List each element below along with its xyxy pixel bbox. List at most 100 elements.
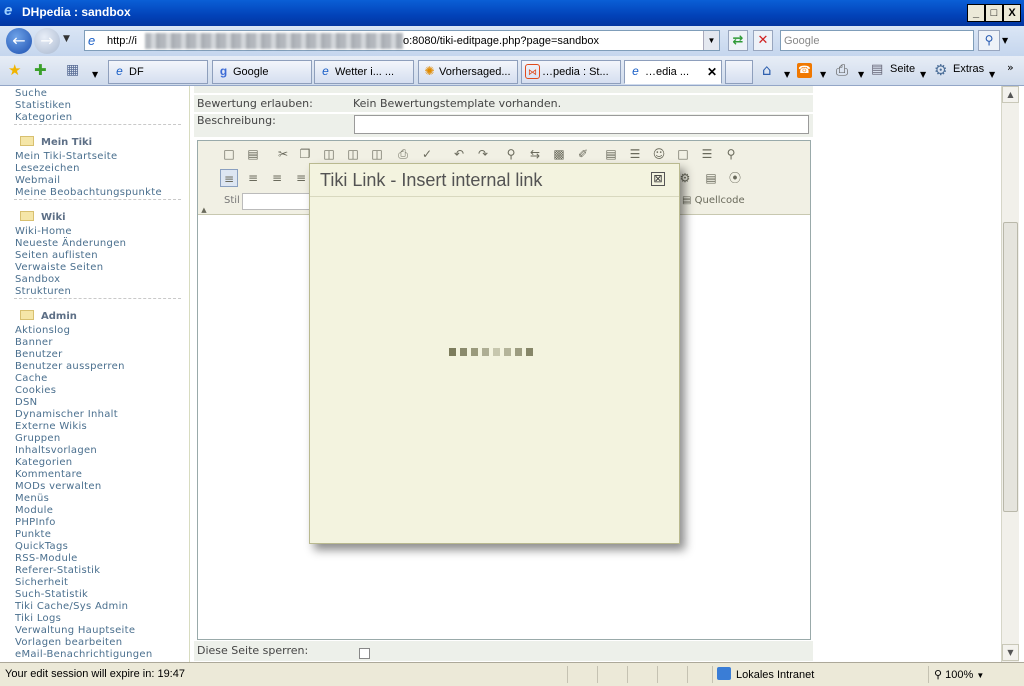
- print-dropdown-icon[interactable]: ▼: [858, 66, 864, 84]
- close-window-button[interactable]: X: [1003, 4, 1021, 22]
- chevron-more-icon[interactable]: »: [1007, 59, 1014, 77]
- sidebar-item[interactable]: Banner: [15, 337, 53, 348]
- remove-format-icon[interactable]: ✐: [574, 145, 592, 163]
- redo-icon[interactable]: ↷: [474, 145, 492, 163]
- sidebar-item[interactable]: Inhaltsvorlagen: [15, 445, 97, 456]
- lock-checkbox[interactable]: [359, 648, 370, 659]
- paste-text-icon[interactable]: ◫: [344, 145, 362, 163]
- style-select[interactable]: [242, 193, 312, 210]
- security-zone[interactable]: Lokales Intranet: [717, 667, 814, 681]
- replace-icon[interactable]: ⇆: [526, 145, 544, 163]
- stop-button[interactable]: ✕: [753, 30, 773, 51]
- new-tab-button[interactable]: [725, 60, 753, 84]
- section-admin[interactable]: Admin: [20, 310, 77, 322]
- print-icon[interactable]: ⎙: [836, 61, 848, 79]
- back-button[interactable]: ←: [6, 28, 32, 54]
- feeds-dropdown-icon[interactable]: ▼: [820, 66, 826, 84]
- sidebar-item[interactable]: Mein Tiki-Startseite: [15, 151, 117, 162]
- sidebar-item[interactable]: Externe Wikis: [15, 421, 87, 432]
- zoom-control[interactable]: ⚲ 100% ▼: [934, 668, 984, 681]
- source-view-icon[interactable]: □: [220, 145, 238, 163]
- find-icon[interactable]: ⚲: [502, 145, 520, 163]
- maximize-button[interactable]: □: [985, 4, 1003, 22]
- favorites-star-icon[interactable]: ★: [8, 61, 21, 79]
- home-icon[interactable]: ⌂: [762, 61, 772, 79]
- align-left-icon[interactable]: ≡: [220, 169, 238, 187]
- cut-icon[interactable]: ✂: [274, 145, 292, 163]
- sidebar-item[interactable]: Cache: [15, 373, 48, 384]
- sidebar-item[interactable]: Wiki-Home: [15, 226, 72, 237]
- sidebar-item[interactable]: DSN: [15, 397, 37, 408]
- url-field[interactable]: e http://i o:8080/tiki-editpage.php?page…: [84, 30, 720, 51]
- sidebar-item[interactable]: Kommentare: [15, 469, 82, 480]
- sidebar-item[interactable]: Meine Beobachtungspunkte: [15, 187, 162, 198]
- section-wiki[interactable]: Wiki: [20, 211, 66, 223]
- refresh-button[interactable]: ⇄: [728, 30, 748, 51]
- vertical-scrollbar[interactable]: ▲ ▼: [1001, 86, 1019, 662]
- history-dropdown-icon[interactable]: ▼: [63, 34, 70, 44]
- sidebar-item[interactable]: MODs verwalten: [15, 481, 101, 492]
- horizontal-rule-icon[interactable]: ☰: [626, 145, 644, 163]
- sidebar-item-suche[interactable]: Suche: [15, 88, 47, 99]
- tab-5[interactable]: ⋈ …pedia : St...: [521, 60, 621, 84]
- sidebar-item[interactable]: Menüs: [15, 493, 49, 504]
- sidebar-item[interactable]: Gruppen: [15, 433, 60, 444]
- sidebar-item[interactable]: Sandbox: [15, 274, 60, 285]
- sidebar-item[interactable]: Tiki Logs: [15, 613, 61, 624]
- sidebar-item[interactable]: Verwaltung Hauptseite: [15, 625, 135, 636]
- select-all-icon[interactable]: ▩: [550, 145, 568, 163]
- add-favorite-icon[interactable]: ✚: [34, 61, 47, 79]
- sidebar-item[interactable]: RSS-Module: [15, 553, 78, 564]
- tab-1[interactable]: e DF: [108, 60, 208, 84]
- forward-button[interactable]: →: [34, 28, 60, 54]
- compass-icon[interactable]: ⦿: [726, 169, 744, 187]
- zoom-dropdown-icon[interactable]: ▼: [976, 671, 984, 680]
- tab-active[interactable]: e …edia ... ✕: [624, 60, 722, 84]
- sidebar-item[interactable]: Lesezeichen: [15, 163, 80, 174]
- sidebar-item[interactable]: QuickTags: [15, 541, 68, 552]
- source-button[interactable]: ▤ Quellcode: [682, 195, 745, 206]
- tools-menu[interactable]: Extras: [953, 63, 984, 75]
- sidebar-item-kategorien[interactable]: Kategorien: [15, 112, 72, 123]
- sidebar-item[interactable]: Kategorien: [15, 457, 72, 468]
- undo-icon[interactable]: ↶: [450, 145, 468, 163]
- sidebar-item[interactable]: Sicherheit: [15, 577, 68, 588]
- tab-4[interactable]: ✺ Vorhersaged...: [418, 60, 518, 84]
- sidebar-item-statistiken[interactable]: Statistiken: [15, 100, 71, 111]
- special-char-icon[interactable]: □: [674, 145, 692, 163]
- sidebar-item[interactable]: PHPInfo: [15, 517, 56, 528]
- sidebar-item[interactable]: Tiki Cache/Sys Admin: [15, 601, 128, 612]
- sidebar-item[interactable]: Webmail: [15, 175, 60, 186]
- sidebar-item[interactable]: Punkte: [15, 529, 51, 540]
- spellcheck-icon[interactable]: ✓: [418, 145, 436, 163]
- search-button[interactable]: ⚲: [978, 30, 1000, 51]
- collapse-toolbar-icon[interactable]: ▲: [200, 201, 208, 219]
- align-center-icon[interactable]: ≡: [244, 169, 262, 187]
- sidebar-item[interactable]: Module: [15, 505, 53, 516]
- print-icon[interactable]: ⎙: [394, 145, 412, 163]
- tab-2[interactable]: g Google: [212, 60, 312, 84]
- smiley-icon[interactable]: ☺: [650, 145, 668, 163]
- document-icon[interactable]: ▤: [702, 169, 720, 187]
- tools-dropdown-icon[interactable]: ▼: [989, 66, 995, 84]
- scroll-up-icon[interactable]: ▲: [1002, 86, 1019, 103]
- search-dropdown-icon[interactable]: ▼: [1002, 36, 1008, 45]
- sidebar-item[interactable]: Referer-Statistik: [15, 565, 100, 576]
- sidebar-item[interactable]: Verwaiste Seiten: [15, 262, 103, 273]
- preview-icon[interactable]: ⚲: [722, 145, 740, 163]
- paste-icon[interactable]: ◫: [320, 145, 338, 163]
- close-tab-icon[interactable]: ✕: [707, 65, 717, 79]
- justify-icon[interactable]: ≡: [292, 169, 310, 187]
- sidebar-item[interactable]: Such-Statistik: [15, 589, 88, 600]
- table-icon[interactable]: ▤: [602, 145, 620, 163]
- page-menu[interactable]: Seite: [890, 63, 915, 75]
- sidebar-item[interactable]: Strukturen: [15, 286, 71, 297]
- description-input[interactable]: [354, 115, 809, 134]
- pagebreak-icon[interactable]: ☰: [698, 145, 716, 163]
- page-dropdown-icon[interactable]: ▼: [920, 66, 926, 84]
- new-page-icon[interactable]: ▤: [244, 145, 262, 163]
- paste-word-icon[interactable]: ◫: [368, 145, 386, 163]
- rss-feed-icon[interactable]: ☎: [797, 63, 812, 78]
- sidebar-item[interactable]: Neueste Änderungen: [15, 238, 126, 249]
- sidebar-item[interactable]: Cookies: [15, 385, 56, 396]
